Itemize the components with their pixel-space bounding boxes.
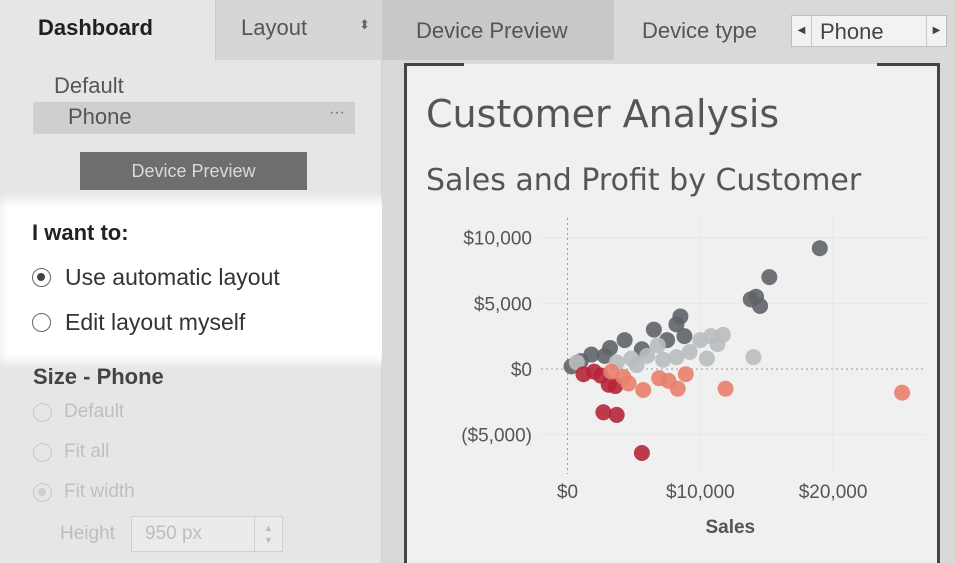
chart-title: Sales and Profit by Customer [426,163,862,198]
data-point [575,366,592,383]
radio-unselected-icon [32,313,51,332]
x-axis-label: Sales [705,517,755,538]
radio-label: Use automatic layout [65,264,280,290]
size-title: Size - Phone [33,364,164,389]
tab-layout-label: Layout [241,15,308,40]
radio-edit-layout-myself[interactable]: Edit layout myself [32,309,245,336]
radio-label: Fit width [64,481,135,502]
stepper-icon[interactable]: ▲ ▼ [254,517,282,551]
y-tick-label: $5,000 [474,294,532,315]
device-type-value: Phone [820,19,884,44]
data-point [628,357,645,374]
dashboard-title: Customer Analysis [426,92,780,136]
data-point [717,380,734,397]
data-point [761,269,778,286]
height-value: 950 px [145,523,203,544]
frame-corner [877,63,940,66]
data-point [811,240,828,257]
radio-selected-icon [32,268,51,287]
panel-tabs: Dashboard Layout ⬍ [0,0,382,60]
chart-points [563,240,911,461]
device-item-default[interactable]: Default [54,73,124,99]
data-point [645,321,662,338]
device-item-phone[interactable]: Phone ··· [33,102,355,134]
data-point [633,444,650,461]
height-label: Height [60,523,115,544]
radio-label: Default [64,401,125,422]
tab-device-preview[interactable]: Device Preview [382,0,614,60]
layout-mode-section: I want to: Use automatic layout Edit lay… [8,208,382,354]
data-point [669,380,686,397]
radio-selected-icon [33,482,52,502]
preview-toolbar: Device Preview Device type ◀ Phone ▶ [382,0,955,60]
radio-unselected-icon [33,442,52,462]
data-point [676,328,693,345]
data-point [681,343,698,360]
data-point [709,336,726,353]
data-point [894,384,911,401]
data-point [616,332,633,349]
radio-size-fit-width[interactable]: Fit width [33,481,135,503]
radio-use-automatic-layout[interactable]: Use automatic layout [32,264,280,291]
frame-corner [404,63,464,66]
data-point [655,351,672,368]
more-options-icon[interactable]: ··· [329,104,345,122]
x-tick-label: $0 [557,482,578,503]
x-tick-label: $10,000 [666,482,735,503]
data-point [620,375,637,392]
radio-size-fit-all[interactable]: Fit all [33,441,109,463]
layout-mode-title: I want to: [32,220,129,245]
device-item-phone-label: Phone [68,104,132,129]
data-point [677,366,694,383]
x-tick-label: $20,000 [799,482,868,503]
data-point [608,406,625,423]
data-point [698,350,715,367]
dashboard-panel: Dashboard Layout ⬍ Default Phone ··· Dev… [0,0,382,563]
radio-size-default[interactable]: Default [33,401,124,423]
device-type-select[interactable]: ◀ Phone ▶ [791,15,947,47]
chart-grid [541,218,926,474]
tab-layout[interactable]: Layout ⬍ [215,0,382,60]
y-tick-label: ($5,000) [461,426,532,447]
updown-arrows-icon: ⬍ [359,17,370,32]
scatter-chart[interactable]: $10,000 $5,000 $0 ($5,000) $0 $10,000 $20,000 S… [404,210,939,550]
data-point [745,349,762,366]
next-arrow-icon[interactable]: ▶ [926,16,946,46]
radio-label: Edit layout myself [65,309,246,335]
data-point [595,404,612,421]
height-input[interactable]: 950 px ▲ ▼ [131,516,283,552]
tab-dashboard-label: Dashboard [38,15,153,40]
device-preview-button[interactable]: Device Preview [80,152,307,190]
tab-device-preview-label: Device Preview [416,18,568,43]
data-point [752,297,769,314]
previous-arrow-icon[interactable]: ◀ [792,16,812,46]
device-type-label: Device type [642,18,757,43]
y-tick-label: $10,000 [463,229,532,250]
tab-dashboard[interactable]: Dashboard [0,0,215,60]
data-point [635,381,652,398]
y-tick-label: $0 [511,360,532,381]
radio-unselected-icon [33,402,52,422]
radio-label: Fit all [64,441,110,462]
